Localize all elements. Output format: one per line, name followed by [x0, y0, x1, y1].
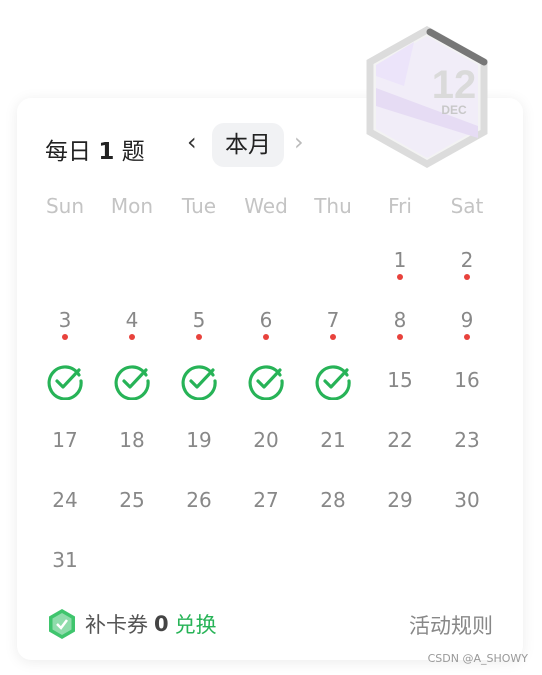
- day-cell[interactable]: 21: [303, 428, 363, 452]
- makeup-coupon: 补卡券 0 兑换: [47, 608, 217, 640]
- chevron-right-icon[interactable]: ›: [294, 128, 304, 156]
- day-cell[interactable]: 23: [437, 428, 497, 452]
- weekday-sun: Sun: [45, 194, 85, 218]
- day-cell[interactable]: 24: [35, 488, 95, 512]
- day-cell[interactable]: 6: [236, 308, 296, 332]
- title-suffix: 题: [121, 139, 145, 165]
- day-cell[interactable]: 27: [236, 488, 296, 512]
- title-num: 1: [98, 139, 115, 165]
- day-cell[interactable]: 7: [303, 308, 363, 332]
- day-cell[interactable]: 19: [169, 428, 229, 452]
- day-cell[interactable]: 4: [102, 308, 162, 332]
- badge-month: DEC: [441, 103, 467, 117]
- weekday-tue: Tue: [181, 194, 217, 218]
- unanswered-dot: [129, 334, 135, 340]
- weekday-thu: Thu: [314, 194, 352, 218]
- weekday-mon: Mon: [110, 194, 154, 218]
- day-cell[interactable]: 16: [437, 368, 497, 392]
- day-checked-icon[interactable]: [247, 362, 285, 400]
- unanswered-dot: [62, 334, 68, 340]
- day-cell[interactable]: 3: [35, 308, 95, 332]
- day-cell[interactable]: 22: [370, 428, 430, 452]
- unanswered-dot: [464, 274, 470, 280]
- day-checked-icon[interactable]: [46, 362, 84, 400]
- day-cell[interactable]: 17: [35, 428, 95, 452]
- day-cell[interactable]: 31: [35, 548, 95, 572]
- unanswered-dot: [464, 334, 470, 340]
- day-cell[interactable]: 20: [236, 428, 296, 452]
- title-prefix: 每日: [45, 139, 91, 165]
- watermark: CSDN @A_SHOWY: [427, 652, 528, 665]
- month-selector[interactable]: 本月: [212, 123, 284, 167]
- day-cell[interactable]: 26: [169, 488, 229, 512]
- coupon-count: 0: [154, 612, 169, 636]
- activity-rules-link[interactable]: 活动规则: [409, 610, 493, 640]
- day-checked-icon[interactable]: [314, 362, 352, 400]
- coupon-label: 补卡券: [85, 613, 148, 637]
- coupon-shield-icon: [49, 609, 75, 639]
- day-cell[interactable]: 8: [370, 308, 430, 332]
- page-title: 每日 1 题: [45, 132, 145, 166]
- day-cell[interactable]: 2: [437, 248, 497, 272]
- weekday-fri: Fri: [388, 194, 412, 218]
- month-badge-icon: 12 DEC: [366, 26, 488, 168]
- day-checked-icon[interactable]: [113, 362, 151, 400]
- weekday-sat: Sat: [450, 194, 484, 218]
- day-cell[interactable]: 15: [370, 368, 430, 392]
- day-checked-icon[interactable]: [180, 362, 218, 400]
- day-cell[interactable]: 30: [437, 488, 497, 512]
- day-cell[interactable]: 9: [437, 308, 497, 332]
- day-cell[interactable]: 29: [370, 488, 430, 512]
- day-cell[interactable]: 18: [102, 428, 162, 452]
- day-cell[interactable]: 5: [169, 308, 229, 332]
- unanswered-dot: [330, 334, 336, 340]
- exchange-link[interactable]: 兑换: [175, 609, 217, 639]
- unanswered-dot: [196, 334, 202, 340]
- chevron-left-icon[interactable]: ‹: [187, 128, 197, 156]
- daily-question-calendar-card: 每日 1 题 ‹ 本月 › Sun Mon Tue Wed Thu Fri Sat 1 2 3 4 5…: [17, 98, 523, 660]
- day-cell[interactable]: 28: [303, 488, 363, 512]
- day-cell[interactable]: 25: [102, 488, 162, 512]
- weekday-wed: Wed: [244, 194, 288, 218]
- unanswered-dot: [263, 334, 269, 340]
- day-cell[interactable]: 1: [370, 248, 430, 272]
- unanswered-dot: [397, 334, 403, 340]
- badge-day: 12: [432, 63, 477, 107]
- unanswered-dot: [397, 274, 403, 280]
